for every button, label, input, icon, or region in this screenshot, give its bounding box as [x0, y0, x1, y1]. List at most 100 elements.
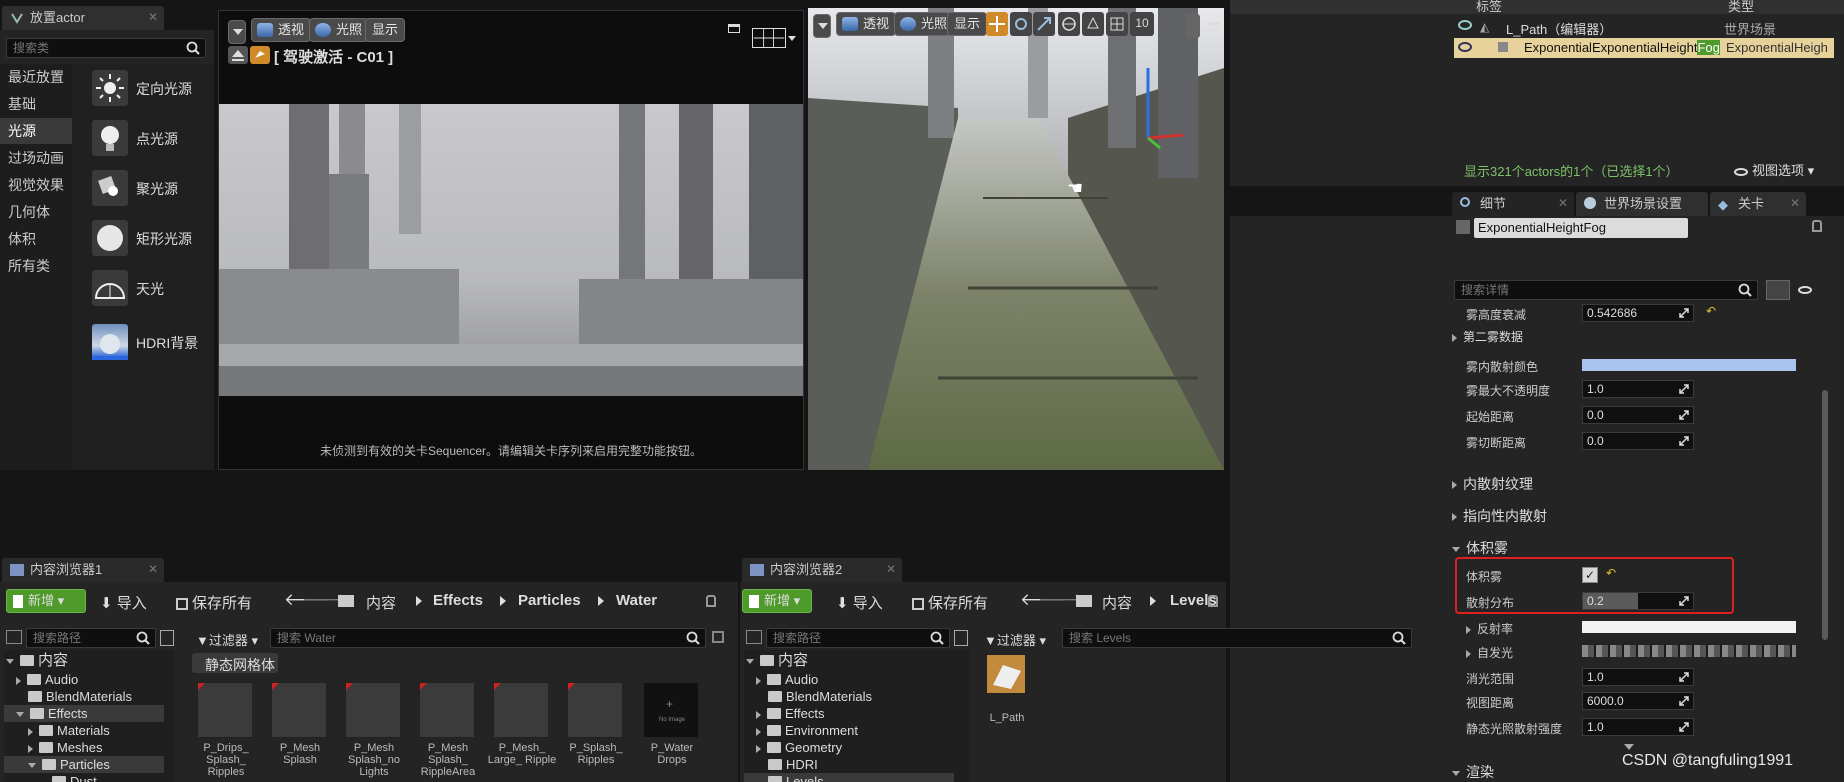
visibility-eye-icon[interactable] [1458, 42, 1472, 52]
section-volumetric-fog[interactable]: 体积雾 [1452, 538, 1508, 558]
category-visual-effects[interactable]: 视觉效果 [0, 172, 72, 198]
scatter-color-swatch[interactable] [1582, 359, 1796, 371]
cb2-lock-icon[interactable] [1208, 595, 1218, 607]
cb1-tree-particles[interactable]: Particles [4, 756, 164, 773]
albedo-color-swatch[interactable] [1582, 621, 1796, 633]
cb2-add-new-button[interactable]: 新增 ▾ [742, 589, 812, 613]
reset-arrow-icon[interactable]: ↶ [1706, 304, 1716, 318]
cb1-save-search-icon[interactable] [712, 631, 724, 643]
cb1-crumb-effects[interactable]: Effects [433, 592, 483, 609]
cb2-filter-button[interactable]: ▼过滤器 ▾ [984, 630, 1046, 649]
asset-tile[interactable]: P_Mesh Splash_ RippleArea [419, 682, 477, 778]
section-rendering[interactable]: 渲染 [1452, 762, 1494, 782]
cb2-crumb-content[interactable]: 内容 [1102, 592, 1132, 613]
tab-content-browser-2[interactable]: 内容浏览器2 ✕ [742, 558, 902, 582]
cb1-tree-blendmaterials[interactable]: BlendMaterials [28, 688, 132, 705]
cb2-import-button[interactable]: ⬇ 导入 [836, 592, 883, 613]
perspective-scene-image[interactable] [808, 8, 1224, 470]
cb1-filter-button[interactable]: ▼过滤器 ▾ [196, 630, 258, 649]
close-icon[interactable]: ✕ [1558, 195, 1568, 211]
extinction-scale-input[interactable]: 1.0 [1582, 668, 1694, 686]
volumetric-fog-checkbox[interactable]: ✓ [1582, 567, 1598, 583]
camera-lock-button[interactable] [250, 46, 270, 64]
outliner-col-label[interactable]: 标签 [1476, 0, 1502, 15]
world-space-button[interactable] [1058, 12, 1080, 36]
asset-tile[interactable]: No Image + P_Water Drops [643, 682, 701, 777]
cb2-sources-toggle-icon[interactable] [746, 630, 762, 644]
cutoff-distance-input[interactable]: 0.0 [1582, 432, 1694, 450]
surface-snap-button[interactable] [1082, 12, 1104, 36]
details-eye-icon[interactable] [1798, 286, 1812, 294]
lit-button[interactable]: 光照 [309, 18, 370, 42]
cb1-crumb-particles[interactable]: Particles [518, 592, 581, 609]
outliner-col-type[interactable]: 类型 [1728, 0, 1754, 15]
view-distance-input[interactable]: 6000.0 [1582, 692, 1694, 710]
cb1-tree-dust[interactable]: Dust [52, 773, 97, 782]
category-recent[interactable]: 最近放置 [0, 64, 72, 90]
perspective-button[interactable]: 透视 [251, 18, 312, 42]
eject-pilot-button[interactable] [228, 46, 248, 64]
level-asset-tile[interactable]: L_Path [986, 654, 1044, 749]
cb2-tree-levels[interactable]: Levels [744, 773, 954, 782]
layout-dropdown-icon[interactable] [788, 36, 796, 41]
section-inscatter-texture[interactable]: 内散射纹理 [1452, 474, 1533, 494]
viewport2-show-button[interactable]: 显示 [947, 12, 988, 36]
layout-button[interactable] [752, 28, 786, 48]
tab-details[interactable]: 细节 ✕ [1452, 192, 1574, 216]
category-cinematic[interactable]: 过场动画 [0, 145, 72, 171]
view-options-button[interactable]: 视图选项 ▾ [1734, 160, 1814, 179]
outliner-row-fog[interactable]: ExponentialExponentialHeightFog Exponent… [1454, 38, 1834, 58]
cb1-tree-audio[interactable]: Audio [16, 671, 78, 688]
category-geometry[interactable]: 几何体 [0, 199, 72, 225]
cb2-tree-effects[interactable]: Effects [756, 705, 825, 722]
close-icon[interactable]: ✕ [148, 561, 158, 577]
cb1-path-search-input[interactable]: 搜索路径 [26, 628, 156, 648]
viewport2-maximize-icon[interactable] [1208, 22, 1220, 31]
expand-more-icon[interactable] [1624, 744, 1634, 750]
tab-content-browser-1[interactable]: 内容浏览器1 ✕ [2, 558, 164, 582]
cb1-tree-materials[interactable]: Materials [28, 722, 110, 739]
cb2-tree-content[interactable]: 内容 [746, 652, 808, 669]
category-all-classes[interactable]: 所有类 [0, 253, 72, 279]
viewport2-scroll[interactable] [1186, 14, 1200, 38]
cb1-asset-search-input[interactable]: 搜索 Water [270, 628, 706, 648]
viewport2-lit-button[interactable]: 光照 [894, 12, 955, 36]
viewport-options-button[interactable] [228, 20, 246, 44]
translate-tool-button[interactable] [986, 12, 1008, 36]
asset-tile[interactable]: P_Splash_ Ripples [567, 682, 625, 777]
fog-height-falloff-input[interactable]: 0.542686 [1582, 304, 1694, 322]
reset-arrow-icon[interactable]: ↶ [1606, 566, 1616, 580]
close-icon[interactable]: ✕ [886, 561, 896, 577]
viewport2-options-button[interactable] [813, 14, 831, 38]
grid-snap-button[interactable] [1106, 12, 1128, 36]
grid-size-value[interactable]: 10 [1130, 12, 1154, 36]
cb2-tree-options-icon[interactable] [954, 630, 968, 646]
asset-tile[interactable]: P_Mesh_ Large_ Ripple [488, 682, 556, 777]
cb1-tree-meshes[interactable]: Meshes [28, 739, 103, 756]
cb1-tree-effects[interactable]: Effects [4, 705, 164, 722]
close-icon[interactable]: ✕ [1790, 195, 1800, 211]
asset-tile[interactable]: P_Drips_ Splash_ Ripples [197, 682, 255, 778]
fog-max-opacity-input[interactable]: 1.0 [1582, 380, 1694, 398]
category-lights[interactable]: 光源 [0, 118, 72, 144]
tab-level[interactable]: ◆ 关卡 ✕ [1710, 192, 1806, 216]
cb2-tree-audio[interactable]: Audio [756, 671, 818, 688]
tab-place-actor[interactable]: 放置actor ✕ [2, 6, 164, 30]
section-second-fog[interactable]: 第二雾数据 [1452, 328, 1523, 345]
cb2-tree-hdri[interactable]: HDRI [768, 756, 818, 773]
rotate-tool-button[interactable] [1010, 12, 1032, 36]
scattering-distribution-input[interactable]: 0.2 [1582, 592, 1694, 610]
details-search-input[interactable]: 搜索详情 [1454, 280, 1758, 300]
static-lighting-scatter-input[interactable]: 1.0 [1582, 718, 1694, 736]
category-basic[interactable]: 基础 [0, 91, 72, 117]
property-matrix-button[interactable] [1766, 280, 1790, 300]
section-directional-inscatter[interactable]: 指向性内散射 [1452, 506, 1547, 526]
cb1-add-new-button[interactable]: 新增 ▾ [6, 589, 86, 613]
cb2-path-search-input[interactable]: 搜索路径 [766, 628, 950, 648]
cb2-tree-environment[interactable]: Environment [756, 722, 858, 739]
cb1-lock-icon[interactable] [706, 595, 716, 607]
actor-name-field[interactable]: ExponentialHeightFog [1474, 218, 1688, 238]
cb1-crumb-water[interactable]: Water [616, 592, 657, 609]
cb1-sources-toggle-icon[interactable] [6, 630, 22, 644]
tab-world-settings[interactable]: 世界场景设置 [1576, 192, 1708, 216]
